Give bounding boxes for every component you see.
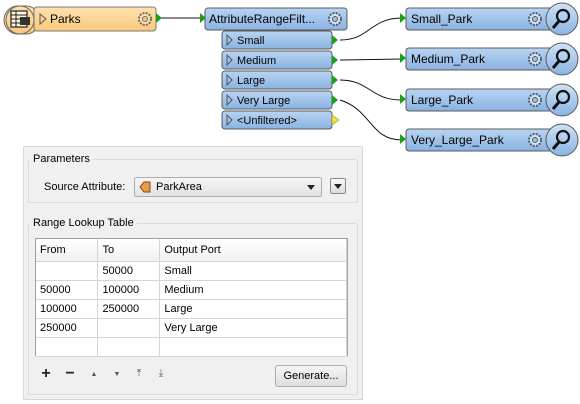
cell-output-port[interactable] bbox=[159, 337, 347, 357]
inspector-label: Medium_Park bbox=[411, 52, 486, 66]
port-label: Medium bbox=[237, 55, 276, 67]
move-down-button[interactable]: ▼ bbox=[109, 367, 125, 383]
table-icon bbox=[10, 10, 30, 28]
port-arrow-icon[interactable] bbox=[332, 75, 338, 85]
output-port-very-large[interactable]: Very Large bbox=[221, 90, 338, 110]
output-port-unfiltered[interactable]: <Unfiltered> bbox=[221, 110, 340, 130]
cell-to[interactable]: 100000 bbox=[97, 280, 161, 300]
inspector-medium-park[interactable]: Medium_Park bbox=[400, 42, 579, 76]
table-row[interactable]: 50000 100000 Medium bbox=[36, 280, 347, 300]
table-row[interactable]: 250000 Very Large bbox=[36, 318, 347, 338]
column-header-to[interactable]: To bbox=[97, 239, 161, 262]
input-port-arrow-icon[interactable] bbox=[400, 134, 406, 144]
port-arrow-icon[interactable] bbox=[331, 114, 340, 126]
dropdown-arrow-icon bbox=[307, 185, 315, 190]
generate-button[interactable]: Generate... bbox=[275, 365, 347, 387]
gear-icon[interactable] bbox=[328, 12, 342, 26]
range-lookup-table-frame: From To Output Port 50000 Small 50000 10… bbox=[35, 238, 348, 357]
connection-medium bbox=[339, 58, 403, 61]
connection-large bbox=[339, 79, 403, 101]
port-label: Very Large bbox=[237, 95, 290, 107]
table-header-row: From To Output Port bbox=[36, 239, 347, 262]
table-row[interactable]: 50000 Small bbox=[36, 261, 347, 281]
input-port-arrow-icon[interactable] bbox=[400, 94, 406, 104]
source-attribute-label: Source Attribute: bbox=[44, 181, 126, 193]
column-header-output-port[interactable]: Output Port bbox=[159, 239, 347, 262]
attribute-menu-button[interactable] bbox=[330, 178, 346, 194]
cell-from[interactable]: 50000 bbox=[36, 280, 99, 300]
cell-from[interactable]: 100000 bbox=[36, 299, 99, 319]
gear-icon[interactable] bbox=[528, 93, 542, 107]
move-to-bottom-button[interactable]: ⤓ bbox=[153, 366, 169, 382]
gear-icon[interactable] bbox=[528, 133, 542, 147]
parameters-group-title: Parameters bbox=[30, 153, 93, 165]
cell-output-port[interactable]: Very Large bbox=[159, 318, 347, 338]
cell-to[interactable] bbox=[97, 337, 161, 357]
magnifier-icon bbox=[545, 123, 579, 157]
parameters-dialog: Parameters Source Attribute: ParkArea Ra… bbox=[23, 146, 363, 400]
move-to-top-button[interactable]: ⤒ bbox=[131, 366, 147, 382]
range-lookup-table: From To Output Port 50000 Small 50000 10… bbox=[36, 239, 347, 357]
add-row-button[interactable]: + bbox=[38, 366, 54, 382]
magnifier-icon bbox=[545, 2, 579, 36]
port-arrow-icon[interactable] bbox=[332, 95, 338, 105]
cell-from[interactable] bbox=[36, 261, 99, 281]
inspector-label: Large_Park bbox=[411, 93, 474, 107]
cell-output-port[interactable]: Large bbox=[159, 299, 347, 319]
column-header-from[interactable]: From bbox=[36, 239, 99, 262]
cell-output-port[interactable]: Medium bbox=[159, 280, 347, 300]
input-port-arrow-icon[interactable] bbox=[400, 53, 406, 63]
connection-very-large bbox=[339, 99, 403, 141]
transformer-attributerangefilter[interactable]: AttributeRangeFilt... Small Medium Large bbox=[200, 7, 348, 130]
gear-icon[interactable] bbox=[528, 12, 542, 26]
gear-icon[interactable] bbox=[138, 12, 152, 26]
source-attribute-value: ParkArea bbox=[156, 181, 202, 193]
source-attribute-combo[interactable]: ParkArea bbox=[134, 177, 322, 197]
cell-to[interactable] bbox=[97, 318, 161, 338]
inspector-label: Very_Large_Park bbox=[411, 133, 505, 147]
port-arrow-icon[interactable] bbox=[332, 35, 338, 45]
inspector-small-park[interactable]: Small_Park bbox=[400, 2, 579, 36]
gear-icon[interactable] bbox=[528, 52, 542, 66]
cell-output-port[interactable]: Small bbox=[159, 261, 347, 281]
dropdown-arrow-icon bbox=[334, 184, 342, 189]
magnifier-icon bbox=[545, 83, 579, 117]
port-label: Small bbox=[237, 35, 265, 47]
reader-parks[interactable]: Parks bbox=[3, 5, 162, 35]
table-row[interactable]: 100000 250000 Large bbox=[36, 299, 347, 319]
range-lookup-title: Range Lookup Table bbox=[30, 217, 137, 229]
port-label: Large bbox=[237, 75, 265, 87]
input-port-arrow-icon[interactable] bbox=[400, 13, 406, 23]
output-port-arrow-icon[interactable] bbox=[156, 13, 162, 23]
inspector-very-large-park[interactable]: Very_Large_Park bbox=[400, 123, 579, 157]
cell-to[interactable]: 250000 bbox=[97, 299, 161, 319]
connection-small bbox=[339, 17, 403, 41]
table-row[interactable] bbox=[36, 337, 347, 357]
port-label: <Unfiltered> bbox=[237, 115, 297, 127]
attribute-tag-icon bbox=[139, 181, 151, 193]
output-port-medium[interactable]: Medium bbox=[221, 50, 338, 70]
reader-label: Parks bbox=[50, 12, 81, 26]
output-port-small[interactable]: Small bbox=[221, 30, 338, 50]
magnifier-icon bbox=[545, 42, 579, 76]
cell-from[interactable] bbox=[36, 337, 99, 357]
cell-from[interactable]: 250000 bbox=[36, 318, 99, 338]
inspector-label: Small_Park bbox=[411, 12, 473, 26]
inspector-large-park[interactable]: Large_Park bbox=[400, 83, 579, 117]
port-arrow-icon[interactable] bbox=[332, 55, 338, 65]
workspace-canvas: Parks AttributeRangeFilt... Small Medium bbox=[3, 2, 579, 157]
remove-row-button[interactable]: − bbox=[62, 366, 78, 382]
cell-to[interactable]: 50000 bbox=[97, 261, 161, 281]
output-port-large[interactable]: Large bbox=[221, 70, 338, 90]
transformer-label: AttributeRangeFilt... bbox=[209, 12, 315, 26]
move-up-button[interactable]: ▲ bbox=[86, 367, 102, 383]
